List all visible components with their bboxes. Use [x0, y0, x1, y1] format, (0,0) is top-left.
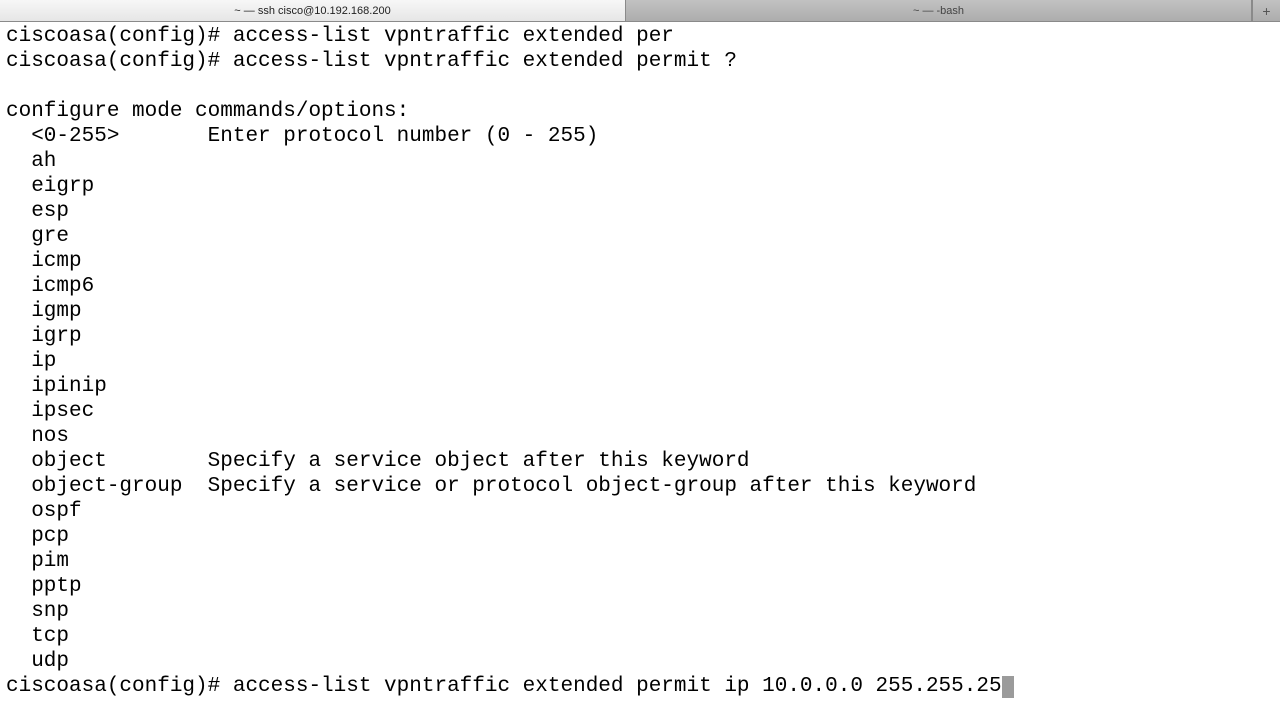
help-option: pim [6, 549, 1278, 574]
help-option: igmp [6, 299, 1278, 324]
help-option: eigrp [6, 174, 1278, 199]
help-option: nos [6, 424, 1278, 449]
help-option: icmp [6, 249, 1278, 274]
tab-bash[interactable]: ~ — -bash [626, 0, 1252, 21]
help-option: <0-255> Enter protocol number (0 - 255) [6, 124, 1278, 149]
help-option: igrp [6, 324, 1278, 349]
prompt-line[interactable]: ciscoasa(config)# access-list vpntraffic… [6, 674, 1278, 699]
help-option: ospf [6, 499, 1278, 524]
history-line: ciscoasa(config)# access-list vpntraffic… [6, 24, 1278, 49]
help-option: tcp [6, 624, 1278, 649]
cursor [1002, 676, 1014, 698]
terminal-output[interactable]: ciscoasa(config)# access-list vpntraffic… [0, 22, 1280, 720]
help-option: icmp6 [6, 274, 1278, 299]
help-option: object Specify a service object after th… [6, 449, 1278, 474]
prompt-text: ciscoasa(config)# access-list vpntraffic… [6, 674, 1002, 699]
tab-ssh[interactable]: ~ — ssh cisco@10.192.168.200 [0, 0, 626, 21]
help-option: gre [6, 224, 1278, 249]
history-line [6, 74, 1278, 99]
help-section-header: configure mode commands/options: [6, 99, 1278, 124]
help-option: pcp [6, 524, 1278, 549]
help-option: udp [6, 649, 1278, 674]
help-option: ah [6, 149, 1278, 174]
new-tab-button[interactable]: + [1252, 0, 1280, 21]
help-option: ipsec [6, 399, 1278, 424]
help-option: esp [6, 199, 1278, 224]
history-line: ciscoasa(config)# access-list vpntraffic… [6, 49, 1278, 74]
tab-title: ~ — -bash [913, 5, 964, 17]
help-option: pptp [6, 574, 1278, 599]
plus-icon: + [1262, 3, 1270, 19]
tab-title: ~ — ssh cisco@10.192.168.200 [234, 5, 390, 17]
help-option: object-group Specify a service or protoc… [6, 474, 1278, 499]
help-option: ip [6, 349, 1278, 374]
help-option: ipinip [6, 374, 1278, 399]
tab-bar: ~ — ssh cisco@10.192.168.200 ~ — -bash + [0, 0, 1280, 22]
help-option: snp [6, 599, 1278, 624]
